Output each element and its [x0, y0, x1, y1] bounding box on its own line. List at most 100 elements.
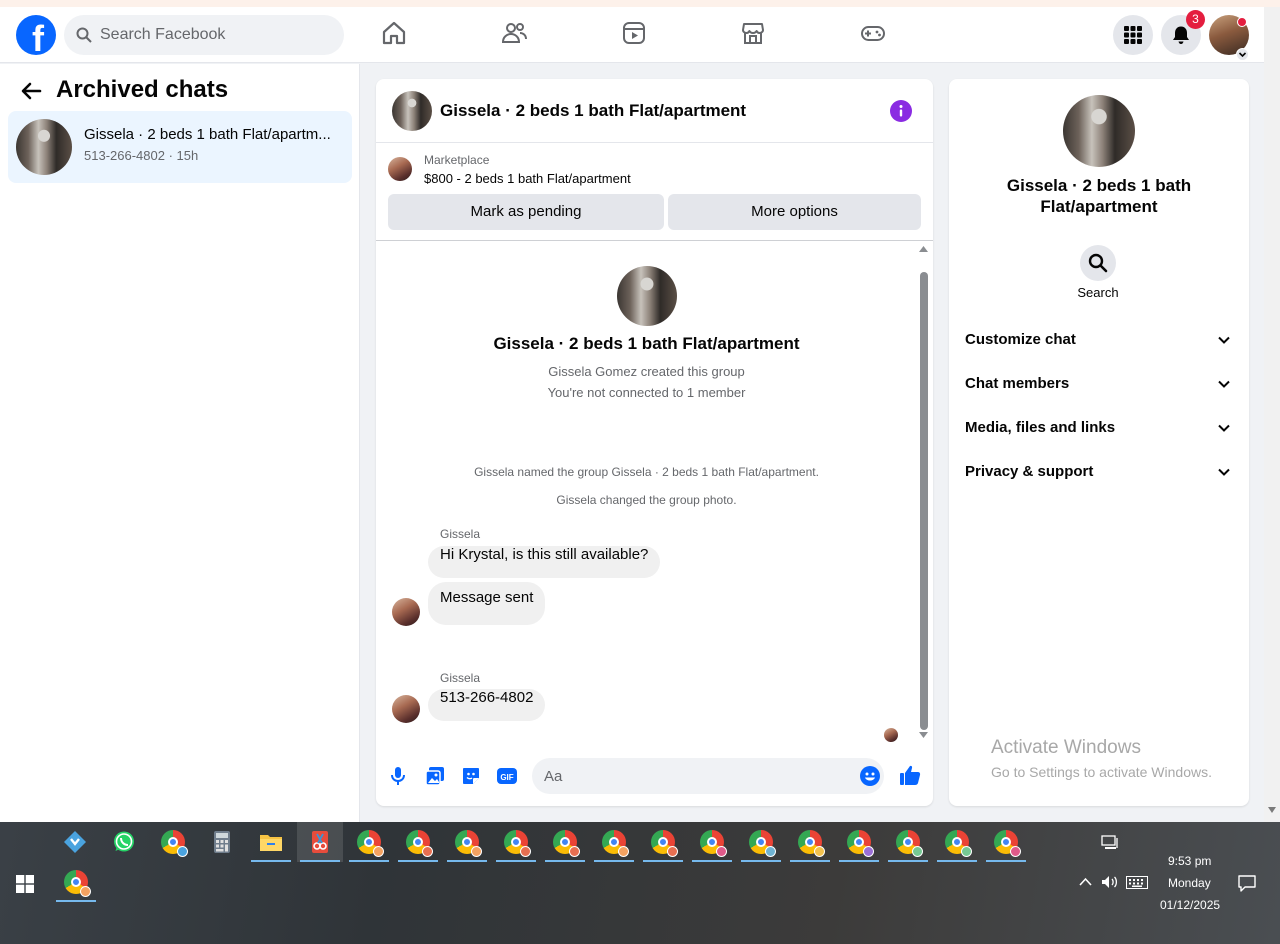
sender-avatar[interactable]	[392, 598, 420, 626]
section-label: Chat members	[965, 375, 1070, 392]
section-media-files-links[interactable]: Media, files and links	[957, 408, 1241, 448]
chrome-icon	[896, 830, 923, 857]
emoji-icon[interactable]	[860, 766, 880, 786]
microphone-icon[interactable]	[390, 766, 406, 786]
windows-start-icon[interactable]	[16, 875, 34, 893]
volume-icon[interactable]	[1101, 875, 1119, 889]
section-privacy-support[interactable]: Privacy & support	[957, 452, 1241, 492]
photo-attach-icon[interactable]	[425, 766, 445, 786]
search-icon	[76, 27, 92, 43]
taskbar-app-download-manager[interactable]	[52, 822, 98, 862]
taskbar-chrome-window[interactable]	[983, 822, 1029, 862]
chat-name: Gissela · 2 beds 1 bath Flat/apartm...	[84, 126, 331, 143]
conversation-title[interactable]: Gissela · 2 beds 1 bath Flat/apartment	[440, 101, 746, 121]
chrome-icon	[161, 830, 188, 857]
video-icon[interactable]	[620, 19, 648, 47]
svg-text:GIF: GIF	[500, 773, 513, 782]
scroll-up-arrow-icon[interactable]	[919, 246, 928, 252]
message-sender: Gissela	[440, 527, 481, 541]
marketplace-icon[interactable]	[739, 19, 767, 47]
taskbar-chrome-window[interactable]	[444, 822, 490, 862]
message-thread[interactable]: Gissela · 2 beds 1 bath Flat/apartment G…	[376, 242, 933, 742]
thumbs-up-icon[interactable]	[899, 764, 921, 786]
page-scrollbar[interactable]	[1264, 7, 1280, 822]
taskbar-chrome-window[interactable]	[591, 822, 637, 862]
taskbar-chrome-window[interactable]	[395, 822, 441, 862]
group-named-event: Gissela named the group Gissela · 2 beds…	[474, 465, 819, 479]
network-icon[interactable]	[1101, 835, 1119, 851]
chrome-icon	[504, 830, 531, 857]
group-avatar[interactable]	[1063, 95, 1135, 167]
scroll-down-arrow-icon[interactable]	[1268, 807, 1276, 813]
sender-avatar[interactable]	[392, 695, 420, 723]
taskbar-app-snipping-tool[interactable]	[297, 822, 343, 862]
taskbar-chrome-window[interactable]	[738, 822, 784, 862]
chrome-icon	[994, 830, 1021, 857]
mark-as-pending-button[interactable]: Mark as pending	[388, 194, 664, 230]
gif-icon[interactable]: GIF	[497, 766, 517, 786]
chat-list-item[interactable]: Gissela · 2 beds 1 bath Flat/apartm... 5…	[8, 111, 352, 183]
taskbar-chrome-window[interactable]	[885, 822, 931, 862]
listing-title[interactable]: $800 - 2 beds 1 bath Flat/apartment	[424, 171, 631, 186]
message-bubble[interactable]: Message sent	[428, 582, 546, 625]
message-input[interactable]	[544, 758, 844, 794]
search-in-conversation-button[interactable]	[1080, 245, 1116, 281]
clock-date[interactable]: 01/12/2025	[1160, 898, 1220, 912]
account-chevron[interactable]	[1236, 48, 1249, 61]
page-title: Archived chats	[56, 76, 229, 103]
chevron-up-icon[interactable]	[1079, 877, 1092, 886]
scroll-down-arrow-icon[interactable]	[919, 732, 928, 738]
clock-day[interactable]: Monday	[1168, 876, 1211, 890]
thread-scrollbar-thumb[interactable]	[920, 272, 928, 730]
taskbar-app-whatsapp[interactable]	[101, 822, 147, 862]
chrome-icon	[847, 830, 874, 857]
taskbar-chrome-window[interactable]	[640, 822, 686, 862]
marketplace-listing-banner: Marketplace $800 - 2 beds 1 bath Flat/ap…	[376, 144, 933, 241]
taskbar-chrome-window[interactable]	[689, 822, 735, 862]
taskbar-chrome-window[interactable]	[836, 822, 882, 862]
window-top-edge	[0, 0, 1280, 7]
taskbar-chrome-window[interactable]	[787, 822, 833, 862]
taskbar-chrome-window[interactable]	[346, 822, 392, 862]
notification-badge: 3	[1186, 10, 1205, 29]
conversation-header: Gissela · 2 beds 1 bath Flat/apartment	[376, 79, 933, 143]
taskbar-app-calculator[interactable]	[199, 822, 245, 862]
chrome-icon	[553, 830, 580, 857]
back-arrow-icon[interactable]	[20, 80, 42, 102]
info-icon[interactable]	[890, 100, 912, 122]
more-options-button[interactable]: More options	[668, 194, 921, 230]
conversation-info-panel: Gissela · 2 beds 1 bath Flat/apartment S…	[949, 79, 1249, 806]
friends-icon[interactable]	[500, 19, 528, 47]
taskbar-chrome-window[interactable]	[493, 822, 539, 862]
message-input-box[interactable]	[532, 758, 884, 794]
search-box[interactable]	[64, 15, 344, 55]
section-chat-members[interactable]: Chat members	[957, 364, 1241, 404]
keyboard-icon[interactable]	[1126, 876, 1148, 889]
chrome-icon	[798, 830, 825, 857]
facebook-logo[interactable]: f	[16, 15, 56, 59]
taskbar-chrome-window[interactable]	[542, 822, 588, 862]
clock-time[interactable]: 9:53 pm	[1168, 854, 1211, 868]
menu-button[interactable]	[1113, 15, 1153, 55]
search-input[interactable]	[100, 15, 330, 55]
message-bubble[interactable]: 513-266-4802	[428, 689, 546, 721]
action-center-icon[interactable]	[1238, 875, 1256, 892]
home-icon[interactable]	[380, 19, 408, 47]
download-manager-icon	[64, 831, 86, 853]
chevron-down-icon	[1218, 380, 1230, 388]
section-customize-chat[interactable]: Customize chat	[957, 320, 1241, 360]
message-bubble[interactable]: Hi Krystal, is this still available?	[428, 546, 661, 578]
taskbar-app-file-explorer[interactable]	[248, 822, 294, 862]
taskbar-app-google-chrome[interactable]	[150, 822, 196, 862]
gaming-icon[interactable]	[859, 19, 887, 47]
apps-grid-icon	[1124, 26, 1142, 44]
conversation-avatar[interactable]	[392, 91, 432, 131]
search-icon	[1088, 253, 1108, 273]
chrome-icon	[700, 830, 727, 857]
taskbar-chrome-window[interactable]	[934, 822, 980, 862]
taskbar-chrome-main[interactable]	[53, 862, 99, 902]
profile-alert-dot	[1237, 17, 1247, 27]
listing-thumbnail[interactable]	[388, 157, 412, 181]
sticker-icon[interactable]	[461, 766, 481, 786]
search-label: Search	[1077, 285, 1119, 300]
